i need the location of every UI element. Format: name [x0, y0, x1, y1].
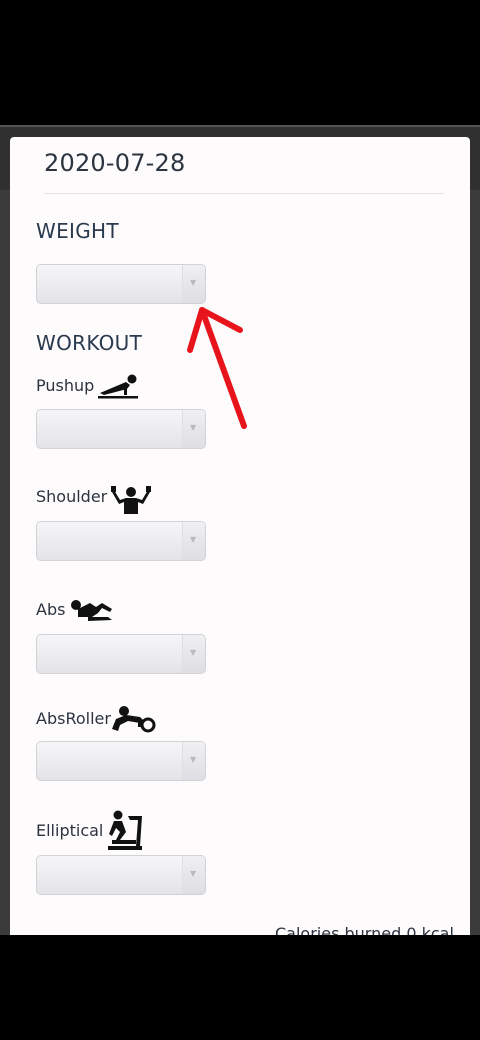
shoulder-select[interactable]: ▼	[36, 521, 206, 561]
workout-section-title: WORKOUT	[36, 331, 143, 355]
elliptical-select[interactable]: ▼	[36, 855, 206, 895]
weight-select-dropdown[interactable]: ▼	[182, 265, 205, 303]
shoulder-select-dropdown[interactable]: ▼	[182, 522, 205, 560]
abs-label: Abs	[36, 600, 66, 619]
shoulder-press-icon	[111, 486, 151, 514]
weight-section-title: WEIGHT	[36, 219, 119, 243]
weight-select[interactable]: ▼	[36, 264, 206, 304]
chevron-down-icon: ▼	[190, 755, 197, 764]
chevron-down-icon: ▼	[190, 278, 197, 287]
dialog-date-title: 2020-07-28	[44, 149, 186, 177]
pushup-icon	[98, 374, 138, 399]
title-divider	[44, 193, 444, 194]
shoulder-label: Shoulder	[36, 487, 108, 506]
elliptical-label: Elliptical	[36, 821, 104, 840]
red-annotation-arrow-icon	[187, 307, 247, 429]
absroller-select-dropdown[interactable]: ▼	[182, 742, 205, 780]
situp-icon	[71, 600, 112, 621]
chevron-down-icon: ▼	[190, 648, 197, 657]
screen: 2020-07-28 WEIGHT ▼ WORKOUT Pushup ▼ Sho…	[0, 0, 480, 1040]
absroller-label: AbsRoller	[36, 709, 111, 728]
calories-burned-text: Calories burned 0 kcal	[275, 924, 454, 935]
chevron-down-icon: ▼	[190, 869, 197, 878]
workout-dialog: 2020-07-28 WEIGHT ▼ WORKOUT Pushup ▼ Sho…	[10, 137, 470, 935]
elliptical-icon	[108, 810, 142, 850]
pushup-label: Pushup	[36, 376, 95, 395]
abs-select-dropdown[interactable]: ▼	[182, 635, 205, 673]
absroller-select[interactable]: ▼	[36, 741, 206, 781]
elliptical-select-dropdown[interactable]: ▼	[182, 856, 205, 894]
ab-roller-icon	[112, 706, 156, 733]
abs-select[interactable]: ▼	[36, 634, 206, 674]
chevron-down-icon: ▼	[190, 535, 197, 544]
